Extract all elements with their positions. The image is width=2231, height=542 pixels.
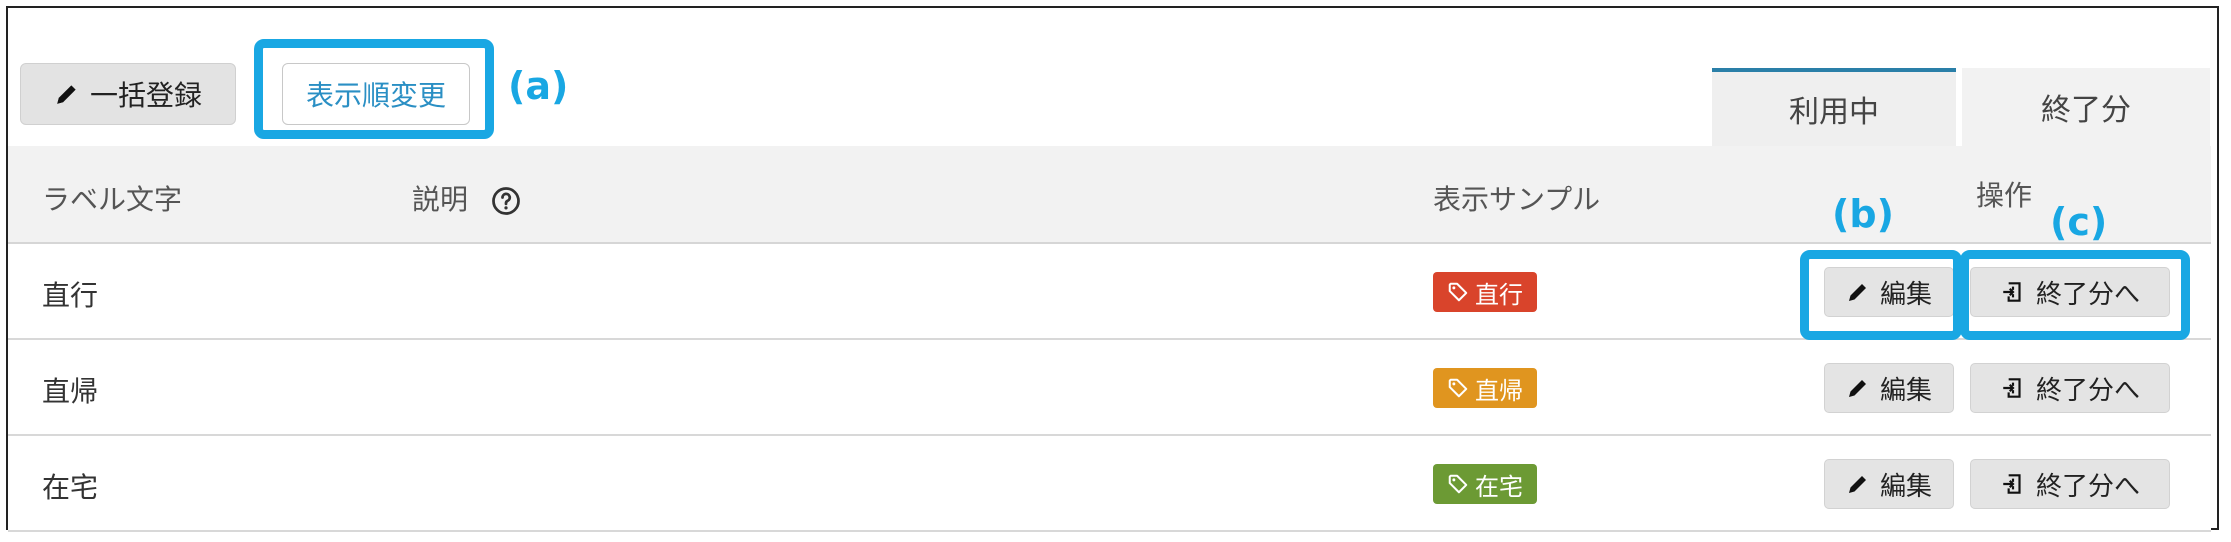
callout-c: (c) (2050, 200, 2108, 244)
tag-icon (1447, 377, 1469, 399)
file-export-icon (2000, 471, 2026, 497)
tab-in-use[interactable]: 利用中 (1712, 68, 1956, 146)
header-description: 説明 (412, 178, 521, 218)
header-display-sample: 表示サンプル (1433, 183, 1601, 216)
header-label-text: ラベル文字 (42, 183, 183, 216)
row-label: 直帰 (42, 375, 99, 408)
tag-icon (1447, 281, 1469, 303)
table-row: 直帰 直帰 編集 終了分へ (8, 340, 2211, 436)
bulk-register-button[interactable]: 一括登録 (20, 63, 236, 125)
display-order-button[interactable]: 表示順変更 (282, 63, 470, 125)
table-row: 在宅 在宅 編集 終了分へ (8, 436, 2211, 532)
callout-a: (a) (508, 64, 569, 108)
tab-ended-label: 終了分 (2041, 93, 2131, 128)
highlight-box-b (1800, 250, 1962, 340)
highlight-box-c (1960, 250, 2190, 340)
edit-label: 編集 (1879, 375, 1932, 406)
file-export-icon (2000, 375, 2026, 401)
question-circle-icon[interactable] (491, 186, 521, 216)
display-sample-badge: 直帰 (1433, 368, 1537, 408)
badge-label: 在宅 (1475, 472, 1523, 501)
bulk-register-label: 一括登録 (89, 79, 202, 112)
display-sample-badge: 在宅 (1433, 464, 1537, 504)
header-description-label: 説明 (412, 183, 469, 216)
badge-label: 直行 (1475, 280, 1523, 309)
tab-in-use-label: 利用中 (1789, 95, 1879, 130)
badge-label: 直帰 (1475, 376, 1523, 405)
row-label: 在宅 (42, 471, 99, 504)
move-to-ended-button[interactable]: 終了分へ (1970, 363, 2170, 413)
edit-button[interactable]: 編集 (1824, 459, 1954, 509)
move-to-ended-label: 終了分へ (2035, 375, 2140, 406)
display-order-label: 表示順変更 (305, 79, 446, 112)
tag-icon (1447, 473, 1469, 495)
callout-b: (b) (1832, 192, 1894, 236)
display-sample-badge: 直行 (1433, 272, 1537, 312)
move-to-ended-button[interactable]: 終了分へ (1970, 459, 2170, 509)
move-to-ended-label: 終了分へ (2035, 471, 2140, 502)
edit-label: 編集 (1879, 471, 1932, 502)
tab-ended[interactable]: 終了分 (1962, 68, 2210, 146)
row-label: 直行 (42, 279, 99, 312)
pencil-icon (1846, 376, 1870, 400)
edit-button[interactable]: 編集 (1824, 363, 1954, 413)
pencil-icon (54, 81, 80, 107)
pencil-icon (1846, 472, 1870, 496)
header-actions: 操作 (1976, 179, 2033, 212)
